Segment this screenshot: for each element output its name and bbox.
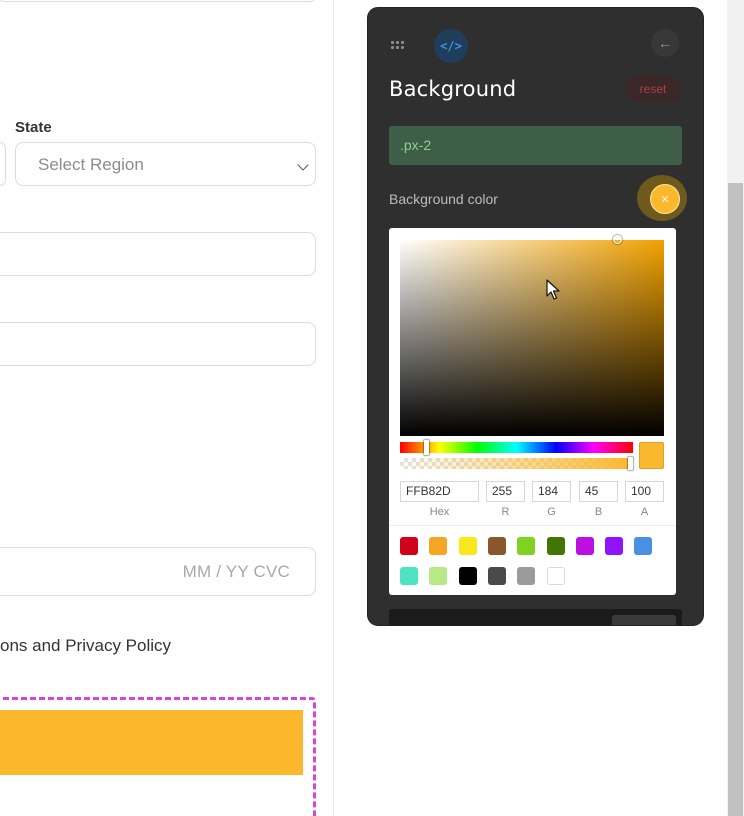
preset-color-swatch[interactable] [487, 537, 506, 555]
country-select-edge[interactable] [0, 142, 6, 186]
hue-slider[interactable] [400, 440, 633, 455]
picker-divider [389, 525, 676, 526]
preset-color-swatch[interactable] [400, 567, 418, 585]
preset-color-swatch[interactable] [458, 537, 477, 555]
css-selector-field[interactable]: .px-2 [389, 126, 682, 165]
alpha-slider[interactable] [400, 457, 633, 470]
saturation-area[interactable] [400, 235, 664, 436]
code-icon[interactable]: </> [434, 29, 468, 63]
reset-button[interactable]: reset [625, 76, 681, 102]
previous-input-edge[interactable] [0, 0, 316, 2]
preset-color-swatch[interactable] [634, 537, 653, 555]
preset-color-swatch[interactable] [458, 567, 477, 585]
page-scrollbar-thumb[interactable] [728, 183, 743, 816]
panel-next-section [389, 609, 682, 625]
address-input[interactable] [0, 232, 316, 276]
panel-next-button[interactable] [612, 615, 676, 625]
chevron-down-icon [297, 159, 309, 171]
color-preview-swatch [639, 442, 664, 469]
terms-text: ons and Privacy Policy [0, 636, 172, 655]
red-input[interactable]: 255 [486, 481, 525, 502]
blue-input[interactable]: 45 [579, 481, 618, 502]
preset-color-swatch[interactable] [517, 567, 536, 585]
preset-color-swatch[interactable] [429, 537, 448, 555]
alpha-input[interactable]: 100 [625, 481, 664, 502]
red-label: R [501, 506, 510, 518]
alpha-label: A [640, 506, 649, 518]
card-details-input[interactable]: MM / YY CVC [0, 547, 316, 596]
card-expiry-cvc-placeholder: MM / YY CVC [182, 562, 290, 581]
hue-slider-handle[interactable] [424, 440, 429, 455]
color-picker: FFB82D 255 184 45 100 Hex R G B A [389, 228, 676, 595]
css-selector-text: .px-2 [400, 137, 432, 153]
preset-color-swatch[interactable] [546, 537, 565, 555]
hex-label: Hex [429, 506, 450, 518]
green-label: G [547, 506, 556, 518]
blue-label: B [594, 506, 603, 518]
preset-color-swatch[interactable] [605, 537, 624, 555]
alpha-slider-handle[interactable] [628, 457, 633, 470]
zip-input[interactable] [0, 322, 316, 366]
state-label: State [15, 119, 52, 136]
style-editor-panel: </> ← Background reset .px-2 Background … [367, 7, 704, 626]
saturation-cursor[interactable] [613, 235, 622, 244]
arrow-left-icon[interactable]: ← [651, 29, 679, 57]
preset-color-swatch[interactable] [400, 537, 418, 555]
preset-color-swatch[interactable] [429, 567, 448, 585]
preset-color-swatch[interactable] [575, 537, 594, 555]
preset-color-swatch[interactable] [517, 537, 536, 555]
preset-color-swatch[interactable] [546, 567, 565, 585]
mouse-pointer-icon [546, 279, 560, 300]
green-input[interactable]: 184 [532, 481, 571, 502]
color-swatch-close-icon[interactable]: × [650, 184, 680, 214]
state-select[interactable]: Select Region [15, 142, 316, 186]
hex-input[interactable]: FFB82D [400, 481, 479, 502]
background-color-label: Background color [389, 191, 498, 207]
checkout-form: State Select Region MM / YY CVC ons and … [0, 0, 334, 816]
panel-title: Background [389, 77, 517, 101]
preset-color-swatch[interactable] [487, 567, 506, 585]
grid-icon[interactable] [390, 38, 404, 52]
submit-button-selected[interactable] [0, 710, 303, 775]
state-select-value: Select Region [38, 155, 144, 174]
